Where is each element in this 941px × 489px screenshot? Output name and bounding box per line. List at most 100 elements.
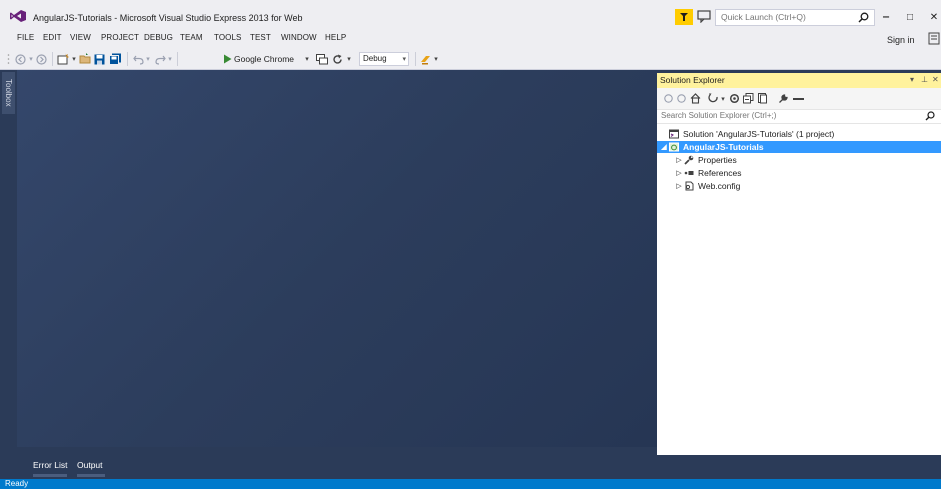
- tree-item-web-config[interactable]: ▷ Web.config: [657, 180, 941, 192]
- chevron-down-icon: ▾: [402, 56, 406, 63]
- sync-with-document-icon[interactable]: [728, 92, 740, 105]
- tree-item-label: AngularJS-Tutorials: [683, 142, 764, 152]
- minimize-icon: ‒: [882, 11, 890, 23]
- status-text: Ready: [5, 479, 29, 488]
- menu-edit[interactable]: EDIT: [43, 33, 62, 42]
- quick-launch-input[interactable]: [721, 12, 846, 22]
- notifications-flag-icon[interactable]: [675, 9, 693, 25]
- close-panel-icon[interactable]: ✕: [932, 75, 939, 84]
- window-position-dropdown-icon[interactable]: ▾: [910, 75, 914, 84]
- editor-area[interactable]: [17, 70, 657, 447]
- collapsed-arrow-icon[interactable]: ▷: [674, 182, 684, 190]
- search-icon[interactable]: [858, 12, 869, 23]
- undo-dropdown-icon[interactable]: ▾: [145, 52, 151, 66]
- tab-output-indicator: [77, 474, 105, 477]
- properties-wrench-icon[interactable]: [777, 92, 789, 105]
- collapsed-arrow-icon[interactable]: ▷: [674, 169, 684, 177]
- toolbar-separator: [177, 52, 178, 66]
- new-project-icon[interactable]: [56, 52, 70, 66]
- menu-test[interactable]: TEST: [250, 33, 271, 42]
- menu-window[interactable]: WINDOW: [281, 33, 317, 42]
- close-button[interactable]: ✕: [924, 8, 941, 26]
- redo-dropdown-icon[interactable]: ▾: [167, 52, 173, 66]
- tree-item-project[interactable]: ◢ AngularJS-Tutorials: [657, 141, 941, 153]
- menu-file[interactable]: FILE: [17, 33, 34, 42]
- minimize-button[interactable]: ‒: [876, 8, 896, 26]
- solution-icon: [669, 129, 679, 139]
- configuration-value: Debug: [363, 54, 387, 63]
- run-target-button[interactable]: Google Chrome: [234, 54, 294, 64]
- tree-item-references[interactable]: ▷ References: [657, 167, 941, 179]
- new-dropdown-icon[interactable]: ▾: [71, 52, 77, 66]
- bottom-tool-tabs: Error List Output: [17, 447, 657, 479]
- navigate-back-icon[interactable]: [14, 52, 26, 66]
- undo-icon[interactable]: [132, 52, 144, 66]
- show-all-files-icon[interactable]: [756, 92, 768, 105]
- window-title: AngularJS-Tutorials - Microsoft Visual S…: [33, 13, 303, 23]
- preview-selected-items-icon[interactable]: [792, 92, 804, 105]
- find-in-files-icon[interactable]: [419, 52, 431, 66]
- collapsed-arrow-icon[interactable]: ▷: [674, 156, 684, 164]
- auto-hide-pin-icon[interactable]: ⊥: [921, 75, 928, 84]
- tree-item-solution[interactable]: Solution 'AngularJS-Tutorials' (1 projec…: [657, 128, 941, 140]
- maximize-icon: □: [906, 11, 914, 23]
- menu-tools[interactable]: TOOLS: [214, 33, 241, 42]
- refresh-icon[interactable]: [331, 52, 344, 66]
- expanded-arrow-icon[interactable]: ◢: [659, 143, 669, 151]
- close-icon: ✕: [929, 11, 939, 23]
- filter-dropdown-icon[interactable]: ▾: [720, 92, 726, 105]
- maximize-button[interactable]: □: [900, 8, 920, 26]
- account-icon[interactable]: [928, 32, 940, 45]
- toolbox-tab[interactable]: Toolbox: [2, 72, 15, 114]
- tree-item-label: Web.config: [698, 181, 741, 191]
- menu-debug[interactable]: DEBUG: [144, 33, 173, 42]
- feedback-icon[interactable]: [697, 10, 711, 23]
- collapse-all-icon[interactable]: [742, 92, 754, 105]
- redo-icon[interactable]: [154, 52, 166, 66]
- search-icon[interactable]: [925, 111, 935, 121]
- status-bar: Ready: [0, 479, 941, 489]
- standard-toolbar: ▾ ▾ ▾ ▾ Google Chrome ▾ ▾ Debug ▾ ▾: [0, 48, 941, 70]
- menu-team[interactable]: TEAM: [180, 33, 203, 42]
- refresh-dropdown-icon[interactable]: ▾: [346, 52, 352, 66]
- solution-tree: Solution 'AngularJS-Tutorials' (1 projec…: [657, 124, 941, 455]
- back-dropdown-icon[interactable]: ▾: [28, 52, 34, 66]
- toolbox-strip: Toolbox: [0, 70, 17, 479]
- start-debugging-icon[interactable]: [222, 52, 232, 66]
- tree-item-properties[interactable]: ▷ Properties: [657, 154, 941, 166]
- menu-project[interactable]: PROJECT: [101, 33, 139, 42]
- sign-in-link[interactable]: Sign in: [887, 35, 915, 45]
- run-target-dropdown-icon[interactable]: ▾: [304, 52, 310, 66]
- menu-bar: FILE EDIT VIEW PROJECT DEBUG TEAM TOOLS …: [0, 30, 941, 48]
- toolbar-separator: [415, 52, 416, 66]
- home-icon[interactable]: [689, 92, 701, 105]
- references-icon: [684, 168, 694, 178]
- visual-studio-logo-icon: [10, 10, 26, 22]
- toolbar-grip[interactable]: [6, 52, 10, 66]
- solution-configuration-select[interactable]: Debug ▾: [359, 52, 409, 66]
- toolbar-overflow-icon[interactable]: ▾: [433, 52, 439, 66]
- tree-item-label: References: [698, 168, 742, 178]
- open-folder-icon[interactable]: [78, 52, 92, 66]
- save-icon[interactable]: [93, 52, 106, 66]
- menu-help[interactable]: HELP: [325, 33, 346, 42]
- wrench-icon: [684, 155, 694, 165]
- back-icon[interactable]: [663, 92, 673, 105]
- solution-explorer-header: Solution Explorer ▾ ⊥ ✕: [657, 73, 941, 88]
- save-all-icon[interactable]: [108, 52, 122, 66]
- navigate-forward-icon[interactable]: [35, 52, 47, 66]
- solution-explorer-search[interactable]: [657, 109, 941, 124]
- tab-output[interactable]: Output: [77, 460, 103, 470]
- solution-search-input[interactable]: [661, 111, 901, 120]
- solution-explorer-toolbar: ▾: [657, 88, 941, 109]
- quick-launch-box[interactable]: [715, 9, 875, 26]
- title-bar: AngularJS-Tutorials - Microsoft Visual S…: [0, 0, 941, 30]
- forward-icon[interactable]: [676, 92, 686, 105]
- config-file-icon: [684, 181, 694, 191]
- tree-item-label: Solution 'AngularJS-Tutorials' (1 projec…: [683, 129, 835, 139]
- menu-view[interactable]: VIEW: [70, 33, 91, 42]
- tab-error-list[interactable]: Error List: [33, 460, 67, 470]
- browser-link-icon[interactable]: [315, 52, 328, 66]
- pending-changes-filter-icon[interactable]: [707, 92, 719, 105]
- tree-item-label: Properties: [698, 155, 737, 165]
